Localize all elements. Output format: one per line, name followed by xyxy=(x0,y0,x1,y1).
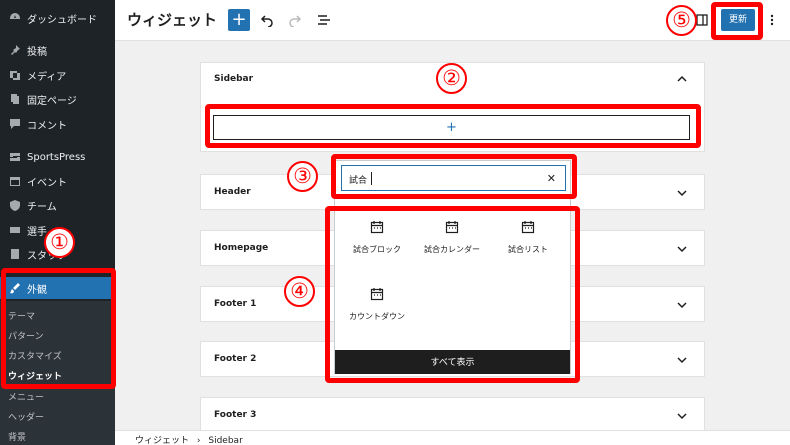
page-title: ウィジェット xyxy=(127,11,218,29)
annotation-box-2 xyxy=(205,104,701,148)
chevron-down-icon[interactable] xyxy=(676,410,688,422)
submenu-item-background[interactable]: 背景 xyxy=(8,430,26,443)
menu-label: 選手 xyxy=(27,226,47,238)
staff-icon xyxy=(8,248,21,261)
comment-icon xyxy=(8,118,21,131)
widget-area-footer-3[interactable]: Footer 3 xyxy=(200,397,705,433)
breadcrumb: ウィジェット › Sidebar xyxy=(135,433,243,445)
dashboard-icon xyxy=(8,12,21,25)
menu-item-posts[interactable]: 投稿 xyxy=(0,39,115,61)
shield-icon xyxy=(8,199,21,212)
chevron-down-icon[interactable] xyxy=(676,187,688,199)
menu-item-pages[interactable]: 固定ページ xyxy=(0,88,115,110)
redo-icon[interactable] xyxy=(285,10,305,30)
menu-label: 固定ページ xyxy=(27,95,77,107)
menu-item-dashboard[interactable]: ダッシュボード xyxy=(0,7,115,29)
breadcrumb-separator: › xyxy=(196,436,201,445)
submenu-item-header[interactable]: ヘッダー xyxy=(8,410,44,423)
annotation-number-4: ④ xyxy=(284,276,315,307)
menu-label: チーム xyxy=(27,201,57,213)
chevron-down-icon[interactable] xyxy=(676,299,688,311)
add-block-button[interactable]: + xyxy=(228,9,250,31)
breadcrumb-current[interactable]: Sidebar xyxy=(208,436,242,445)
annotation-box-3 xyxy=(331,154,577,199)
annotation-box-1 xyxy=(1,268,116,389)
widget-area-title: Sidebar xyxy=(214,74,254,84)
annotation-number-3: ③ xyxy=(287,161,318,192)
menu-item-teams[interactable]: チーム xyxy=(0,194,115,216)
widget-area-title: Footer 3 xyxy=(214,410,257,420)
widget-area-title: Footer 2 xyxy=(214,354,257,364)
media-icon xyxy=(8,69,21,82)
menu-item-events[interactable]: イベント xyxy=(0,170,115,192)
pin-icon xyxy=(8,44,21,57)
menu-label: イベント xyxy=(27,177,67,189)
page-icon xyxy=(8,93,21,106)
chevron-down-icon[interactable] xyxy=(676,354,688,366)
menu-label: ダッシュボード xyxy=(27,14,97,26)
undo-icon[interactable] xyxy=(257,10,277,30)
menu-item-comments[interactable]: コメント xyxy=(0,113,115,135)
sportspress-icon xyxy=(8,151,21,164)
menu-item-media[interactable]: メディア xyxy=(0,64,115,86)
widget-area-title: Header xyxy=(214,187,251,197)
widget-area-title: Footer 1 xyxy=(214,299,257,309)
annotation-box-4 xyxy=(325,206,580,383)
submenu-item-menus[interactable]: メニュー xyxy=(8,390,44,403)
calendar-icon xyxy=(8,175,21,188)
annotation-number-5: ⑤ xyxy=(666,5,697,36)
more-options-icon[interactable] xyxy=(762,10,782,30)
menu-label: SportsPress xyxy=(27,151,86,163)
breadcrumb-root[interactable]: ウィジェット xyxy=(135,436,189,445)
breadcrumb-bar: ウィジェット › Sidebar xyxy=(115,430,790,445)
annotation-box-5 xyxy=(711,2,763,40)
menu-item-sportspress[interactable]: SportsPress xyxy=(0,146,115,168)
menu-label: コメント xyxy=(27,120,67,132)
chevron-up-icon[interactable] xyxy=(676,73,688,85)
annotation-number-1: ① xyxy=(44,227,75,258)
list-view-icon[interactable] xyxy=(314,10,334,30)
widget-area-title: Homepage xyxy=(214,243,269,253)
menu-label: 投稿 xyxy=(27,46,47,58)
player-icon xyxy=(8,224,21,237)
menu-label: メディア xyxy=(27,71,67,83)
chevron-down-icon[interactable] xyxy=(676,243,688,255)
annotation-number-2: ② xyxy=(436,63,467,94)
